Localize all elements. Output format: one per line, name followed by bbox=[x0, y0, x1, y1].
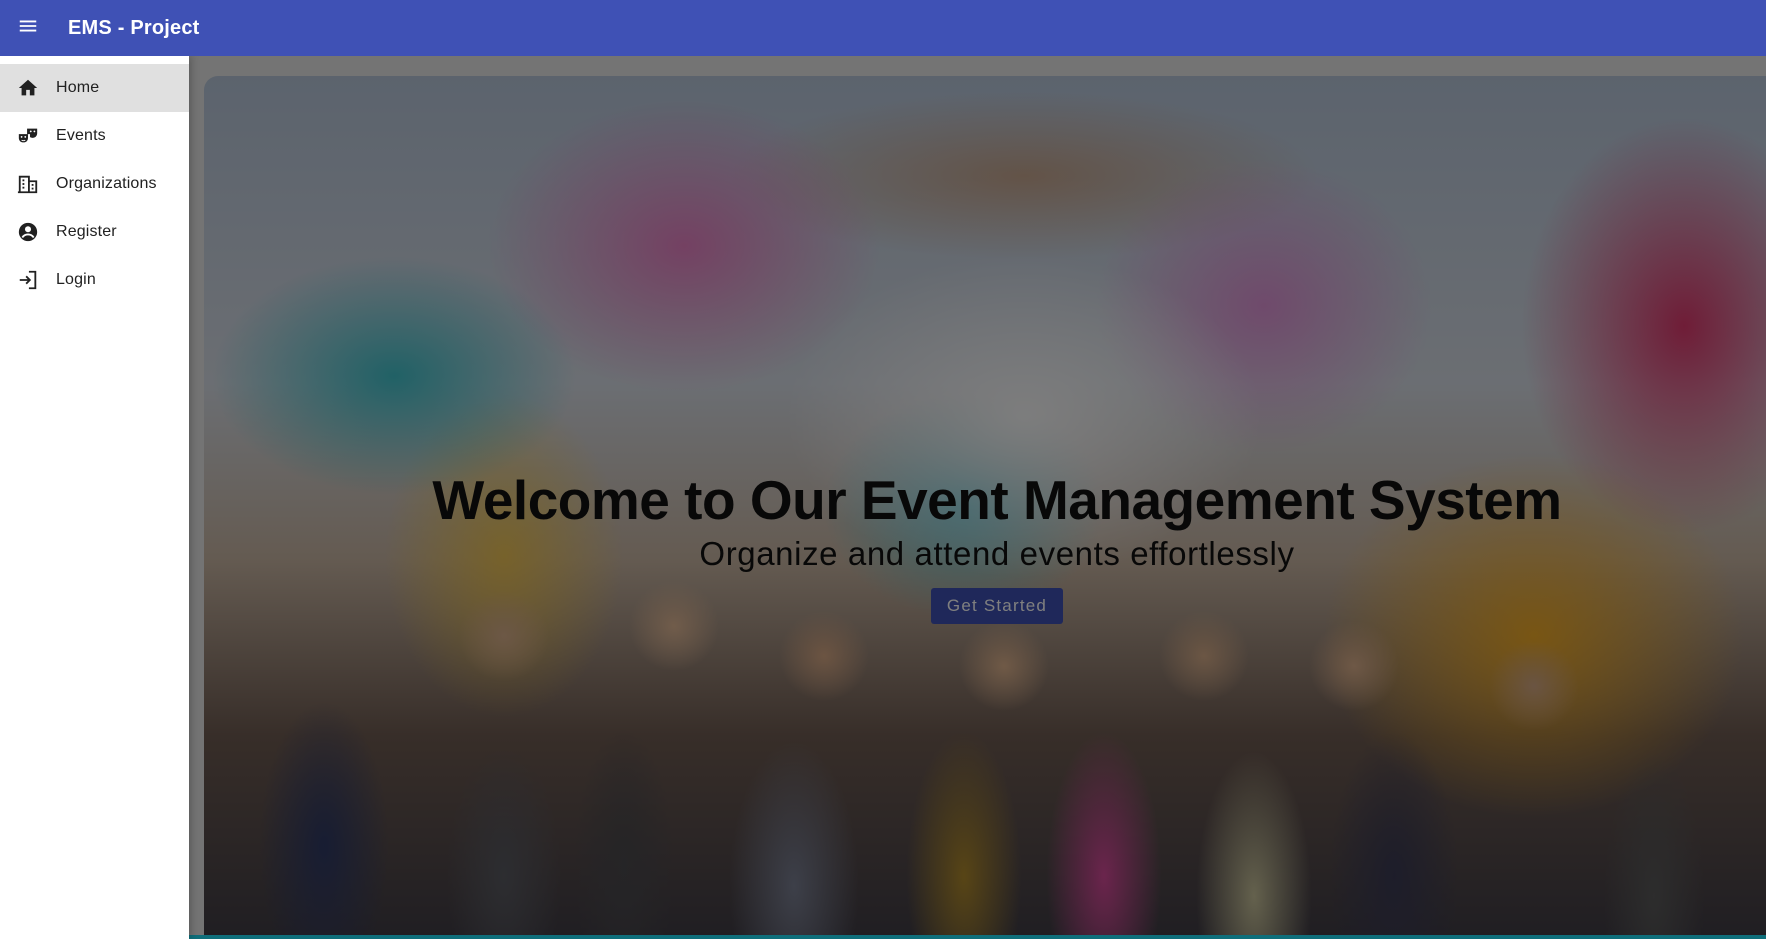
navigation-drawer: Home Events Organizations Register Login bbox=[0, 56, 189, 939]
menu-icon bbox=[17, 15, 39, 42]
sidebar-item-label: Organizations bbox=[56, 175, 157, 192]
drawer-backdrop[interactable] bbox=[0, 0, 1766, 939]
building-icon bbox=[16, 172, 40, 196]
sidebar-item-label: Home bbox=[56, 79, 100, 96]
sidebar-item-login[interactable]: Login bbox=[0, 256, 189, 304]
sidebar-item-register[interactable]: Register bbox=[0, 208, 189, 256]
sidebar-item-organizations[interactable]: Organizations bbox=[0, 160, 189, 208]
sidebar-item-home[interactable]: Home bbox=[0, 64, 189, 112]
sidebar-item-label: Login bbox=[56, 271, 96, 288]
bottom-strip bbox=[0, 935, 1766, 939]
sidebar-item-label: Register bbox=[56, 223, 117, 240]
app-title: EMS - Project bbox=[68, 16, 200, 39]
home-icon bbox=[16, 76, 40, 100]
account-circle-icon bbox=[16, 220, 40, 244]
theater-masks-icon bbox=[16, 124, 40, 148]
menu-button[interactable] bbox=[0, 0, 56, 56]
login-icon bbox=[16, 268, 40, 292]
sidebar-item-events[interactable]: Events bbox=[0, 112, 189, 160]
app-bar: EMS - Project bbox=[0, 0, 1766, 56]
sidebar-item-label: Events bbox=[56, 127, 106, 144]
